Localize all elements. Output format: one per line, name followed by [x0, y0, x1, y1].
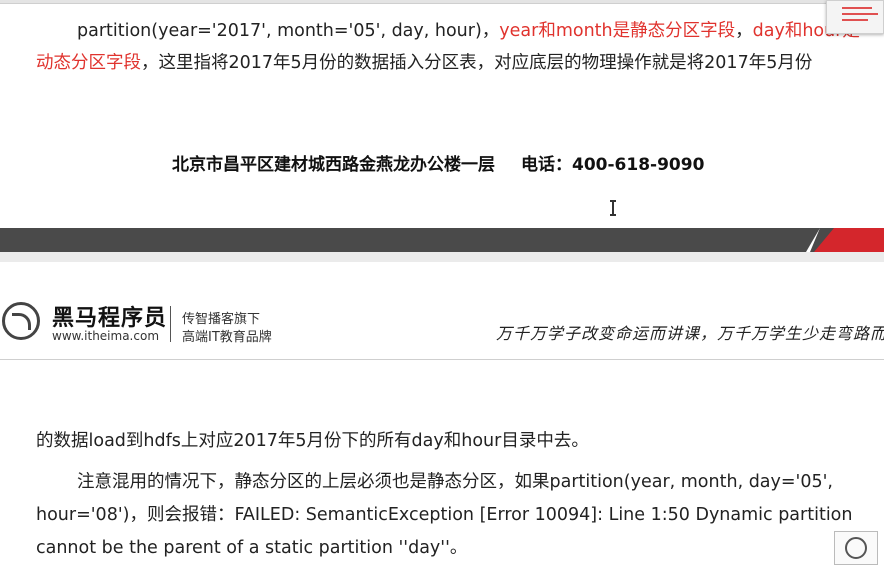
paragraph-line-1: partition(year='2017', month='05', day, … [77, 19, 860, 43]
paragraph-line-2: 动态分区字段，这里指将2017年5月份的数据插入分区表，对应底层的物理操作就是将… [36, 51, 812, 75]
brand-slogan-line-1: 传智播客旗下 [182, 312, 261, 327]
paragraph-line-3: 的数据load到hdfs上对应2017年5月份下的所有day和hour目录中去。 [36, 431, 589, 451]
brand-name: 黑马程序员 [52, 306, 168, 331]
corner-logo-circle [845, 537, 867, 559]
brand-url: www.itheima.com [52, 329, 160, 343]
thumbnail-line [842, 19, 868, 21]
page-footer-band [0, 228, 884, 252]
corner-logo-icon[interactable] [834, 531, 878, 565]
horse-logo-icon [2, 302, 40, 340]
thumbnail-line [842, 13, 878, 15]
page-footer: 北京市昌平区建材城西路金燕龙办公楼一层 电话：400-618-9090 [172, 150, 704, 175]
document-page-top: partition(year='2017', month='05', day, … [0, 0, 884, 228]
page-gap [0, 252, 884, 262]
page-header: 黑马程序员 www.itheima.com 传智播客旗下 高端IT教育品牌 万千… [0, 262, 884, 360]
brand-slogan-line-2: 高端IT教育品牌 [182, 330, 272, 345]
line1-separator: ， [735, 21, 753, 41]
footer-phone: 电话：400-618-9090 [521, 155, 705, 175]
header-rule [0, 359, 884, 360]
page-thumbnail[interactable] [826, 0, 884, 34]
paragraph-line-4: 注意混用的情况下，静态分区的上层必须也是静态分区，如果partition(yea… [77, 472, 833, 492]
page-top-rule [0, 0, 828, 4]
footer-address: 北京市昌平区建材城西路金燕龙办公楼一层 [172, 155, 495, 175]
paragraph-line-5: hour='08')，则会报错：FAILED: SemanticExceptio… [36, 505, 853, 525]
line2-rest: ，这里指将2017年5月份的数据插入分区表，对应底层的物理操作就是将2017年5… [141, 53, 813, 73]
calligraphy-slogan: 万千万学子改变命运而讲课，万千万学生少走弯路而 [496, 324, 884, 343]
line1-prefix: partition(year='2017', month='05', day, … [77, 21, 500, 41]
text-cursor-icon [610, 200, 616, 216]
thumbnail-line [842, 7, 872, 9]
brand-divider [170, 306, 171, 342]
paragraph-line-6: cannot be the parent of a static partiti… [36, 538, 468, 558]
line2-highlight: 动态分区字段 [36, 53, 141, 73]
line1-highlight-static: year和month是静态分区字段 [499, 21, 736, 41]
